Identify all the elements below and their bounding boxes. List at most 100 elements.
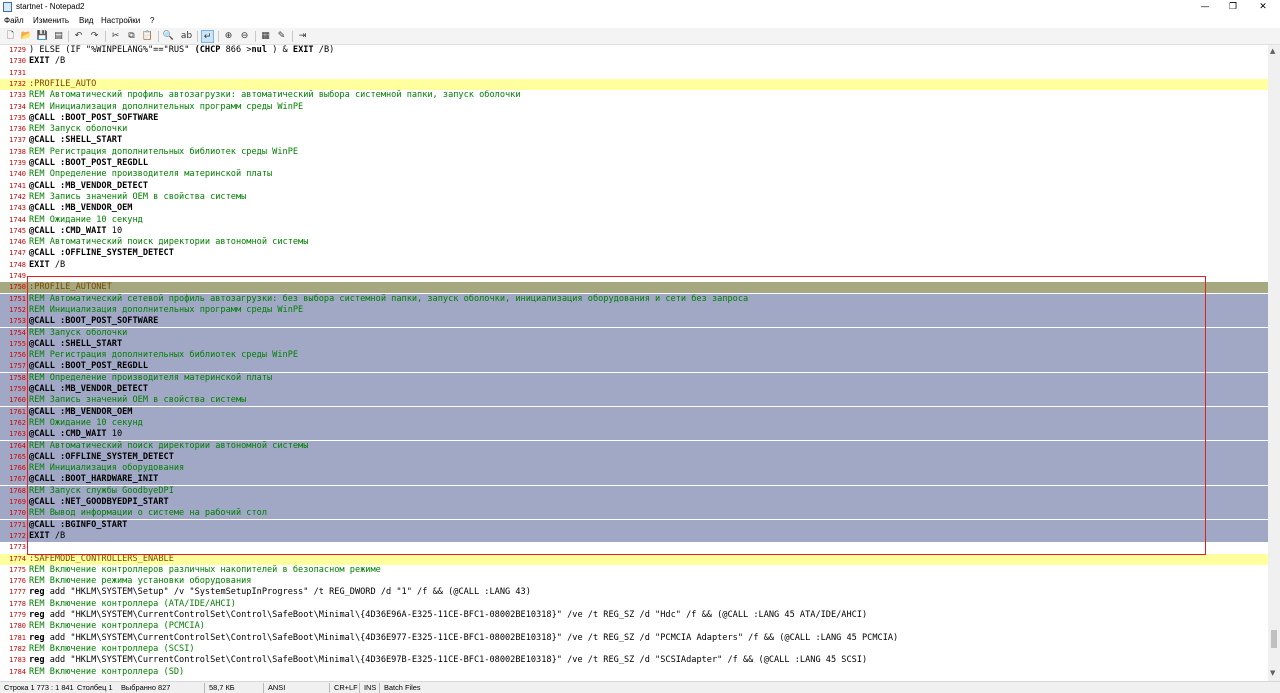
code-line[interactable]: 1742 REM Запись значений OEM в свойства с…: [0, 192, 1268, 203]
code-line[interactable]: 1735 @CALL :BOOT_POST_SOFTWARE: [0, 113, 1268, 124]
code-token: ) ELSE (IF "%WINPELANG%"=="RUS": [29, 45, 195, 55]
cut-icon[interactable]: ✂: [109, 30, 122, 43]
code-line[interactable]: 1757 @CALL :BOOT_POST_REGDLL: [0, 361, 1268, 373]
menu-file[interactable]: Файл: [4, 15, 24, 27]
menu-edit[interactable]: Изменить: [33, 15, 69, 27]
code-line[interactable]: 1755 @CALL :SHELL_START: [0, 338, 1268, 350]
title-bar: startnet - Notepad2 — ❐ ✕: [0, 0, 1280, 14]
close-button[interactable]: ✕: [1248, 0, 1278, 14]
scrollbar-thumb[interactable]: [1271, 630, 1277, 648]
paste-icon[interactable]: 📋: [141, 30, 154, 43]
replace-icon[interactable]: ab: [180, 30, 193, 43]
code-line[interactable]: 1753 @CALL :BOOT_POST_SOFTWARE: [0, 316, 1268, 328]
vertical-scrollbar[interactable]: ▲ ▼: [1268, 45, 1280, 681]
status-size: 58,7 КБ: [209, 683, 235, 692]
code-line[interactable]: 1739 @CALL :BOOT_POST_REGDLL: [0, 158, 1268, 169]
undo-icon[interactable]: ↶: [72, 30, 85, 43]
code-line[interactable]: 1747 @CALL :OFFLINE_SYSTEM_DETECT: [0, 248, 1268, 259]
menu-help[interactable]: ?: [150, 15, 154, 27]
code-line[interactable]: 1776 REM Включение режима установки обору…: [0, 576, 1268, 587]
scroll-down-icon[interactable]: ▼: [1270, 669, 1275, 677]
code-line[interactable]: 1782 REM Включение контроллера (SCSI): [0, 644, 1268, 655]
line-text: @CALL :MB_VENDOR_OEM: [29, 407, 132, 418]
line-text: REM Запуск оболочки: [29, 328, 127, 339]
customize-icon[interactable]: ✎: [275, 30, 288, 43]
code-line[interactable]: 1752 REM Инициализация дополнительных про…: [0, 304, 1268, 316]
status-scheme[interactable]: Batch Files: [384, 682, 421, 693]
zoom-in-icon[interactable]: ⊕: [222, 30, 235, 43]
code-line[interactable]: 1734 REM Инициализация дополнительных про…: [0, 102, 1268, 113]
code-line[interactable]: 1780 REM Включение контроллера (PCMCIA): [0, 621, 1268, 632]
code-line[interactable]: 1769 @CALL :NET_GOODBYEDPI_START: [0, 497, 1268, 508]
code-line[interactable]: 1762 REM Ожидание 10 секунд: [0, 417, 1268, 429]
menu-settings[interactable]: Настройки: [101, 15, 140, 27]
code-token: REM Определение производителя материнско…: [29, 372, 273, 383]
copy-icon[interactable]: ⧉: [125, 30, 138, 43]
maximize-button[interactable]: ❐: [1218, 0, 1248, 14]
code-token: reg: [29, 632, 45, 643]
code-token: REM Включение контроллера (SD): [29, 666, 185, 677]
code-editor[interactable]: 1729) ELSE (IF "%WINPELANG%"=="RUS" (CHC…: [0, 45, 1268, 681]
code-line[interactable]: 1784 REM Включение контроллера (SD): [0, 667, 1268, 678]
code-line[interactable]: 1750:PROFILE_AUTONET: [0, 282, 1268, 294]
code-line[interactable]: 1731: [0, 68, 1268, 79]
code-line[interactable]: 1778 REM Включение контроллера (ATA/IDE/A…: [0, 599, 1268, 610]
code-line[interactable]: 1773: [0, 542, 1268, 553]
scheme-icon[interactable]: ▦: [259, 30, 272, 43]
code-line[interactable]: 1749: [0, 271, 1268, 282]
code-line[interactable]: 1771 @CALL :BGINFO_START: [0, 519, 1268, 531]
code-line[interactable]: 1754 REM Запуск оболочки: [0, 327, 1268, 339]
exit-icon[interactable]: ⇥: [296, 30, 309, 43]
code-line[interactable]: 1746 REM Автоматический поиск директории …: [0, 237, 1268, 248]
code-line[interactable]: 1775 REM Включение контроллеров различных…: [0, 565, 1268, 576]
wordwrap-icon[interactable]: ↵: [201, 30, 214, 43]
line-text: @CALL :SHELL_START: [29, 339, 122, 350]
line-text: REM Включение контроллера (ATA/IDE/AHCI): [29, 599, 236, 610]
open-icon[interactable]: 📂: [20, 30, 33, 43]
menu-view[interactable]: Вид: [79, 15, 93, 27]
status-eol[interactable]: CR+LF: [334, 682, 358, 693]
zoom-out-icon[interactable]: ⊖: [238, 30, 251, 43]
code-line[interactable]: 1743 @CALL :MB_VENDOR_OEM: [0, 203, 1268, 214]
scroll-up-icon[interactable]: ▲: [1270, 47, 1275, 55]
code-line[interactable]: 1765 @CALL :OFFLINE_SYSTEM_DETECT: [0, 451, 1268, 463]
code-line[interactable]: 1760 REM Запись значений OEM в свойства с…: [0, 395, 1268, 407]
minimize-button[interactable]: —: [1190, 0, 1220, 14]
code-line[interactable]: 1751 REM Автоматический сетевой профиль а…: [0, 293, 1268, 305]
code-line[interactable]: 1774:SAFEMODE_CONTROLLERS_ENABLE: [0, 553, 1268, 565]
code-line[interactable]: 1758 REM Определение производителя матери…: [0, 372, 1268, 384]
code-line[interactable]: 1777 reg add "HKLM\SYSTEM\Setup" /v "Syst…: [0, 587, 1268, 598]
code-line[interactable]: 1737 @CALL :SHELL_START: [0, 135, 1268, 146]
code-line[interactable]: 1744 REM Ожидание 10 секунд: [0, 215, 1268, 226]
code-line[interactable]: 1759 @CALL :MB_VENDOR_DETECT: [0, 384, 1268, 395]
redo-icon[interactable]: ↷: [88, 30, 101, 43]
code-line[interactable]: 1736 REM Запуск оболочки: [0, 124, 1268, 135]
code-line[interactable]: 1781 reg add "HKLM\SYSTEM\CurrentControlS…: [0, 633, 1268, 644]
code-line[interactable]: 1756 REM Регистрация дополнительных библи…: [0, 350, 1268, 362]
code-line[interactable]: 1764 REM Автоматический поиск директории …: [0, 440, 1268, 452]
find-icon[interactable]: 🔍: [162, 30, 175, 43]
code-line[interactable]: 1738 REM Регистрация дополнительных библи…: [0, 147, 1268, 158]
code-line[interactable]: 1783 reg add "HKLM\SYSTEM\CurrentControlS…: [0, 655, 1268, 666]
save-icon[interactable]: 💾: [36, 30, 49, 43]
code-line[interactable]: 1772 EXIT /B: [0, 530, 1268, 542]
code-line[interactable]: 1766 REM Инициализация оборудования: [0, 463, 1268, 475]
browse-icon[interactable]: ▤: [52, 30, 65, 43]
code-line[interactable]: 1730 EXIT /B: [0, 56, 1268, 67]
code-line[interactable]: 1761 @CALL :MB_VENDOR_OEM: [0, 406, 1268, 418]
status-encoding[interactable]: ANSI: [268, 682, 285, 693]
new-icon[interactable]: 🗋: [4, 30, 17, 43]
code-line[interactable]: 1729) ELSE (IF "%WINPELANG%"=="RUS" (CHC…: [0, 45, 1268, 56]
code-line[interactable]: 1779 reg add "HKLM\SYSTEM\CurrentControlS…: [0, 610, 1268, 621]
code-line[interactable]: 1748 EXIT /B: [0, 260, 1268, 271]
code-line[interactable]: 1763 @CALL :CMD_WAIT 10: [0, 429, 1268, 441]
code-line[interactable]: 1733 REM Автоматический профиль автозагру…: [0, 90, 1268, 101]
code-line[interactable]: 1768 REM Запуск службы GoodbyeDPI: [0, 485, 1268, 497]
code-line[interactable]: 1741 @CALL :MB_VENDOR_DETECT: [0, 181, 1268, 192]
code-line[interactable]: 1745 @CALL :CMD_WAIT 10: [0, 226, 1268, 237]
line-number: 1762: [9, 418, 26, 427]
code-line[interactable]: 1767 @CALL :BOOT_HARDWARE_INIT: [0, 474, 1268, 486]
code-line[interactable]: 1740 REM Определение производителя матери…: [0, 169, 1268, 180]
code-line[interactable]: 1732:PROFILE_AUTO: [0, 78, 1268, 90]
code-line[interactable]: 1770 REM Вывод информации о системе на ра…: [0, 508, 1268, 520]
